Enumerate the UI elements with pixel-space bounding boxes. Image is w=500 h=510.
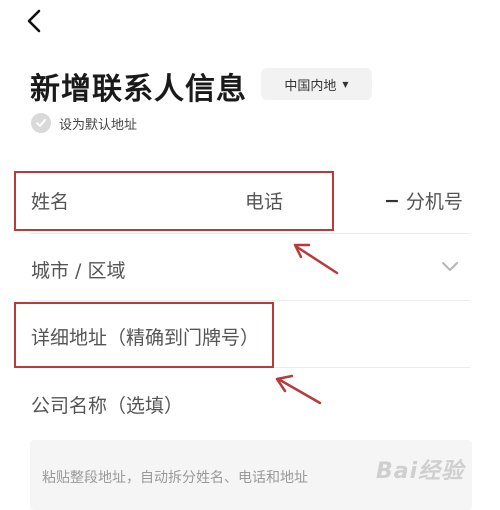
page-title: 新增联系人信息 xyxy=(30,72,247,107)
divider xyxy=(30,367,470,368)
company-input[interactable]: 公司名称（选填） xyxy=(31,391,183,418)
dash-icon: − xyxy=(384,189,400,212)
back-arrow-icon xyxy=(27,9,41,33)
region-label: 中国内地 xyxy=(284,78,337,94)
back-button[interactable] xyxy=(22,6,52,36)
phone-input[interactable]: 电话 xyxy=(245,187,283,214)
city-area-select[interactable]: 城市 / 区域 xyxy=(31,256,125,283)
divider xyxy=(30,300,470,301)
divider xyxy=(30,233,470,234)
default-address-label: 设为默认地址 xyxy=(59,117,138,133)
watermark: Bai经验 xyxy=(376,459,465,484)
extension-label: 分机号 xyxy=(405,191,463,213)
default-address-toggle[interactable]: 设为默认地址 xyxy=(31,112,137,134)
chevron-down-icon[interactable] xyxy=(440,258,460,274)
extension-input[interactable]: − 分机号 xyxy=(384,187,463,214)
region-select[interactable]: 中国内地 ▼ xyxy=(261,68,372,100)
detail-address-input[interactable]: 详细地址（精确到门牌号） xyxy=(31,323,259,350)
paste-placeholder: 粘贴整段地址，自动拆分姓名、电话和地址 xyxy=(42,470,308,486)
name-input[interactable]: 姓名 xyxy=(31,187,69,214)
check-icon xyxy=(31,113,51,133)
annotation-arrow-icon xyxy=(275,374,322,405)
dropdown-triangle-icon: ▼ xyxy=(342,79,349,89)
annotation-arrow-icon xyxy=(293,243,339,275)
